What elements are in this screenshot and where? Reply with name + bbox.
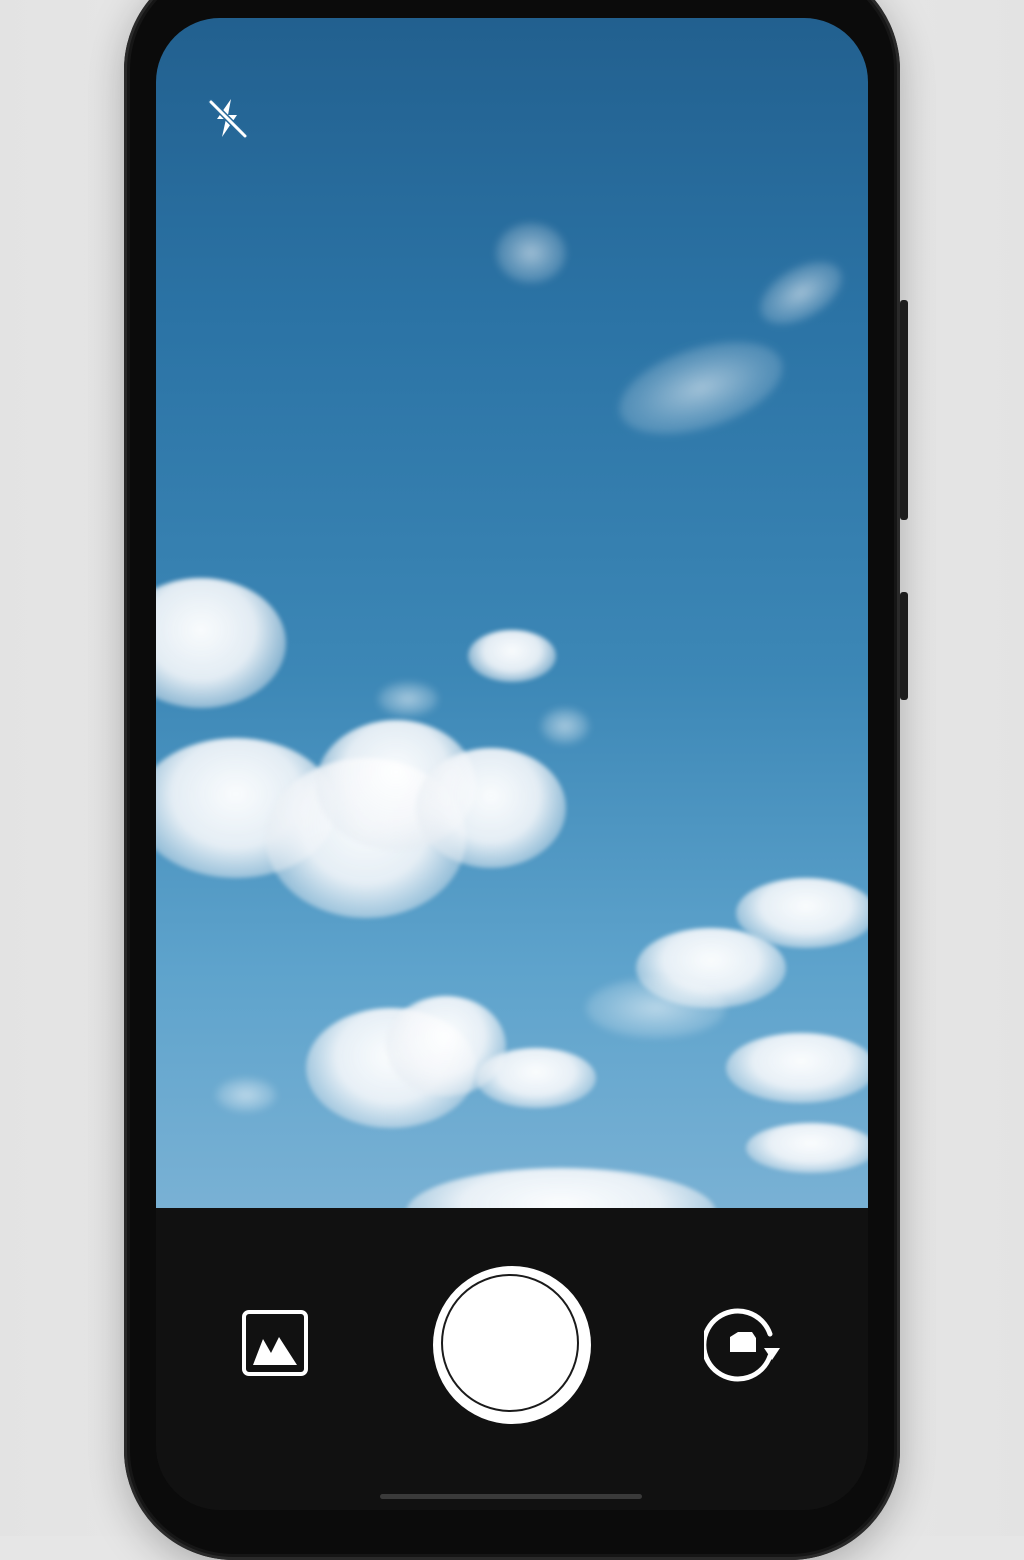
camera-viewfinder[interactable] (156, 18, 868, 1208)
cloud (406, 1168, 716, 1208)
flash-off-icon (208, 99, 248, 139)
cloud (416, 748, 566, 868)
shutter-button[interactable] (433, 1266, 591, 1424)
cloud (746, 1123, 868, 1173)
flash-toggle-button[interactable] (200, 90, 256, 146)
camera-control-bar (156, 1208, 868, 1510)
cloud (541, 708, 589, 744)
cloud (726, 1033, 868, 1103)
cloud (468, 630, 556, 682)
shutter-inner-ring (441, 1274, 579, 1412)
cloud (378, 682, 438, 716)
cloud (749, 248, 853, 338)
flip-camera-button[interactable] (704, 1304, 786, 1386)
cloud (156, 578, 286, 708)
volume-button (900, 300, 908, 520)
cloud (496, 223, 566, 283)
cloud (607, 323, 795, 453)
cloud (586, 978, 726, 1038)
phone-screen (156, 18, 868, 1510)
gallery-button[interactable] (240, 1308, 310, 1378)
home-indicator[interactable] (380, 1494, 642, 1499)
gallery-thumbnail-icon (242, 1310, 308, 1376)
cloud (216, 1078, 276, 1112)
camera-flip-icon (704, 1308, 780, 1382)
power-button (900, 592, 908, 700)
cloud (476, 1048, 596, 1108)
